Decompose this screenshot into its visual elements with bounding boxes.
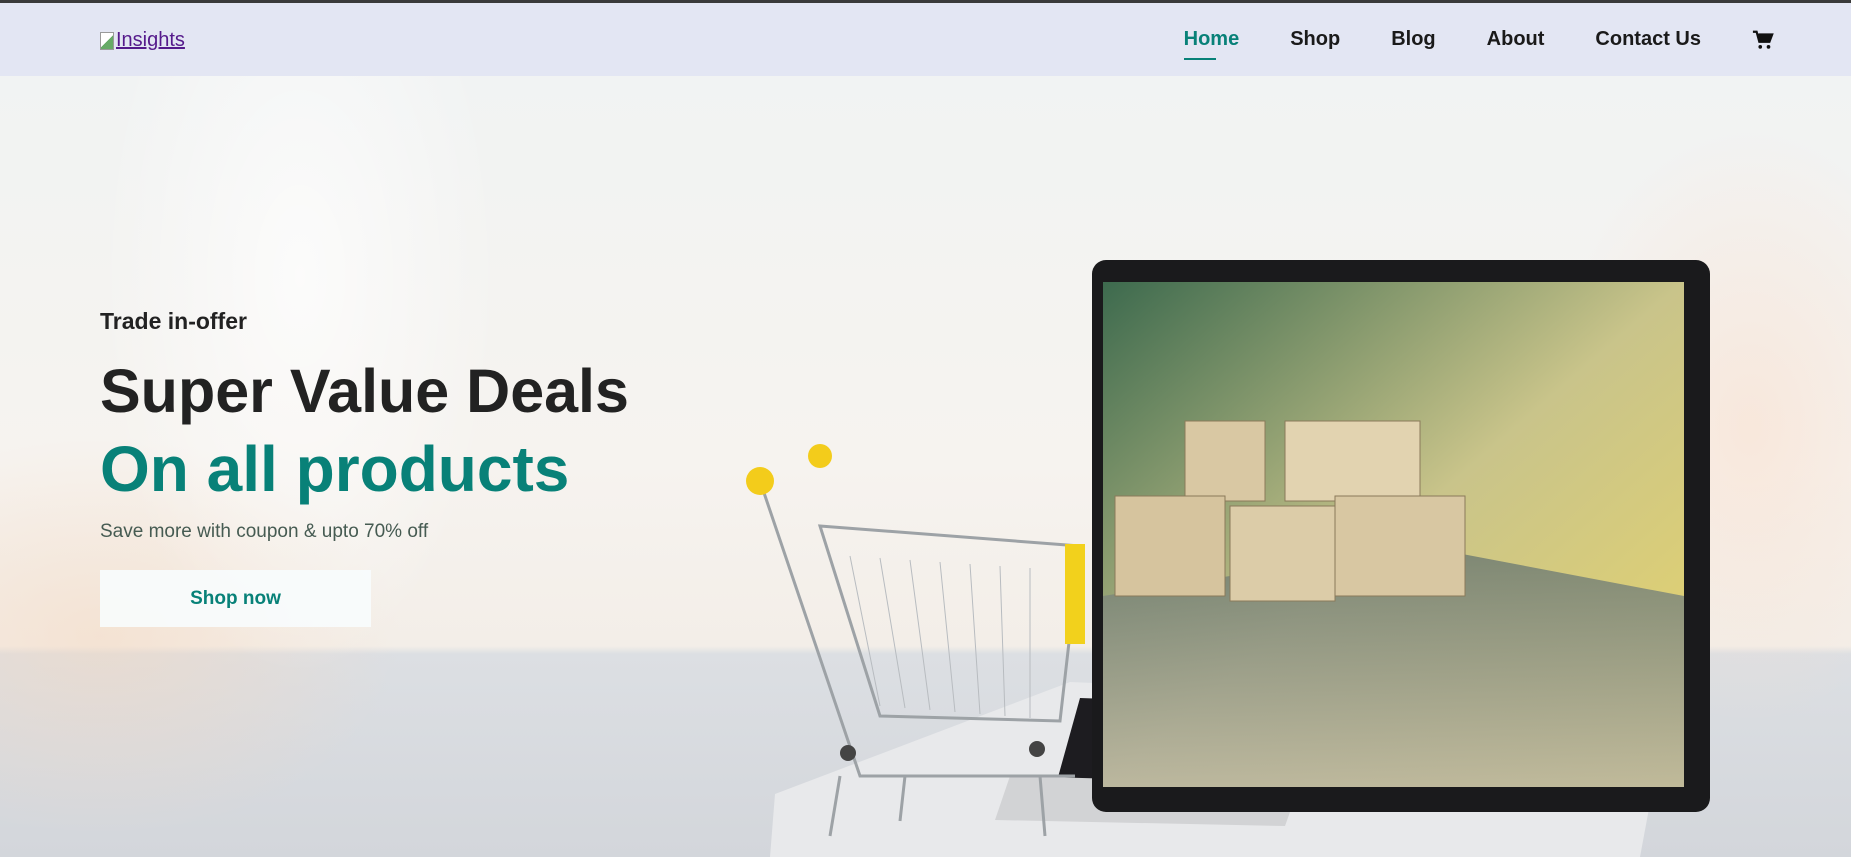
nav-blog[interactable]: Blog xyxy=(1391,28,1435,51)
shopping-cart-icon[interactable] xyxy=(1752,29,1774,51)
nav-shop[interactable]: Shop xyxy=(1290,28,1340,51)
nav-about[interactable]: About xyxy=(1487,28,1545,51)
nav-contact-us[interactable]: Contact Us xyxy=(1595,28,1701,51)
broken-image-icon xyxy=(100,31,114,50)
hero-subtitle: On all products xyxy=(100,433,570,505)
main-nav: Home Shop Blog About Contact Us xyxy=(1183,3,1851,76)
hero-title: Super Value Deals xyxy=(100,357,629,425)
shop-now-button[interactable]: Shop now xyxy=(100,570,371,627)
hero-description: Save more with coupon & upto 70% off xyxy=(100,521,429,542)
logo-alt-text: Insights xyxy=(116,29,185,51)
hero-banner: Trade in-offer Super Value Deals On all … xyxy=(0,76,1851,857)
nav-home[interactable]: Home xyxy=(1183,28,1239,60)
logo-link[interactable]: Insights xyxy=(100,29,185,52)
site-header: Insights Home Shop Blog About Contact Us xyxy=(0,3,1851,76)
hero-eyebrow: Trade in-offer xyxy=(100,308,247,334)
